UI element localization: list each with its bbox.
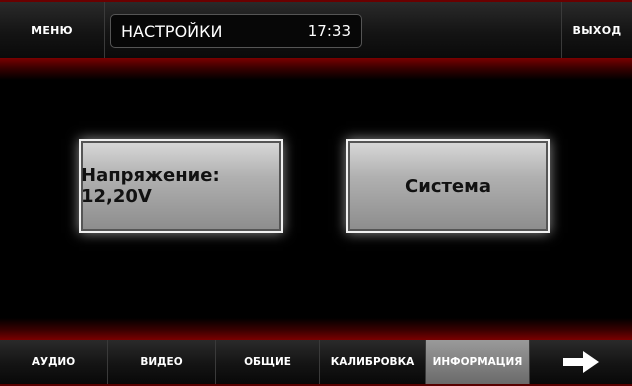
tab-general[interactable]: ОБЩИЕ (216, 340, 320, 384)
arrow-right-icon (563, 351, 599, 373)
page-title: НАСТРОЙКИ (121, 21, 223, 41)
next-button[interactable] (530, 340, 632, 384)
bottom-red-band (0, 318, 632, 340)
system-button[interactable]: Система (346, 139, 550, 233)
exit-button[interactable]: ВЫХОД (561, 2, 632, 58)
title-box: НАСТРОЙКИ 17:33 (110, 14, 362, 48)
tab-calibration[interactable]: КАЛИБРОВКА (320, 340, 426, 384)
tab-video[interactable]: ВИДЕО (108, 340, 216, 384)
top-red-band (0, 58, 632, 80)
voltage-button[interactable]: Напряжение: 12,20V (79, 139, 283, 233)
tab-audio[interactable]: АУДИО (0, 340, 108, 384)
clock: 17:33 (307, 22, 351, 40)
bottom-tab-bar: АУДИО ВИДЕО ОБЩИЕ КАЛИБРОВКА ИНФОРМАЦИЯ (0, 340, 632, 386)
menu-button[interactable]: МЕНЮ (0, 2, 105, 58)
top-bar: МЕНЮ НАСТРОЙКИ 17:33 ВЫХОД (0, 0, 632, 58)
tab-information[interactable]: ИНФОРМАЦИЯ (426, 340, 530, 384)
